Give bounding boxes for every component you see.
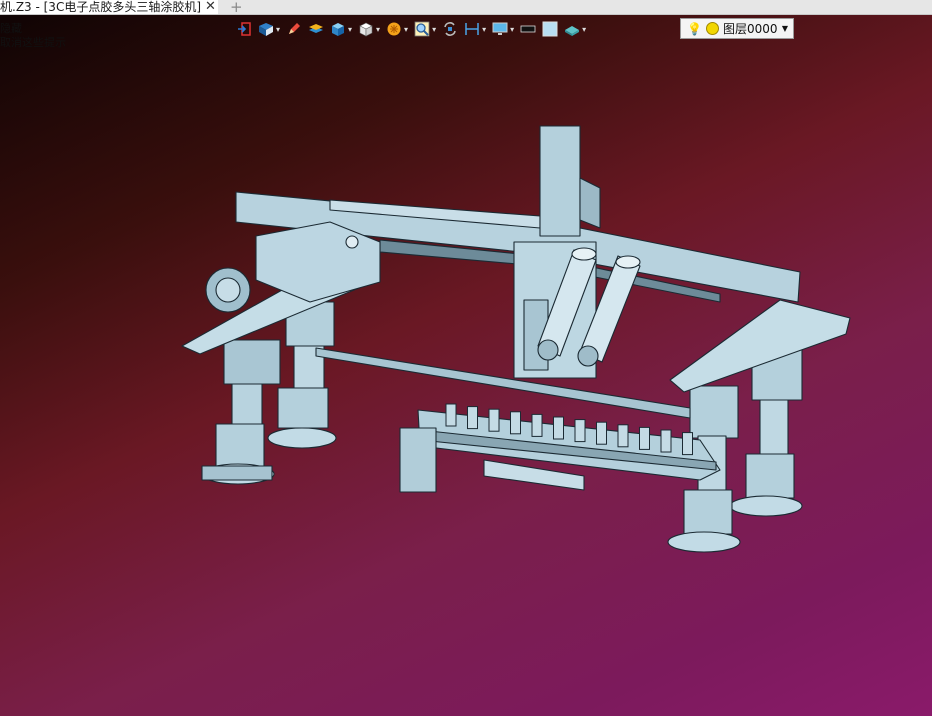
nozzle-head — [596, 421, 607, 445]
right-rear-leg — [729, 347, 803, 517]
nozzle-head — [660, 429, 672, 453]
nozzle-head — [467, 406, 478, 430]
nozzle-head — [574, 419, 586, 443]
front-base-rail — [315, 347, 691, 419]
cad-model-viewport[interactable] — [0, 0, 932, 716]
nozzle-head — [617, 424, 629, 448]
nozzle-head — [510, 411, 521, 435]
nozzle-head — [531, 413, 543, 437]
nozzle-head — [488, 408, 500, 432]
dispensing-machine-model — [181, 125, 851, 553]
nozzle-head — [639, 426, 650, 450]
left-rear-leg — [201, 339, 281, 485]
nozzle-head — [682, 432, 693, 456]
nozzle-head — [553, 416, 564, 440]
nozzle-head — [445, 403, 457, 427]
